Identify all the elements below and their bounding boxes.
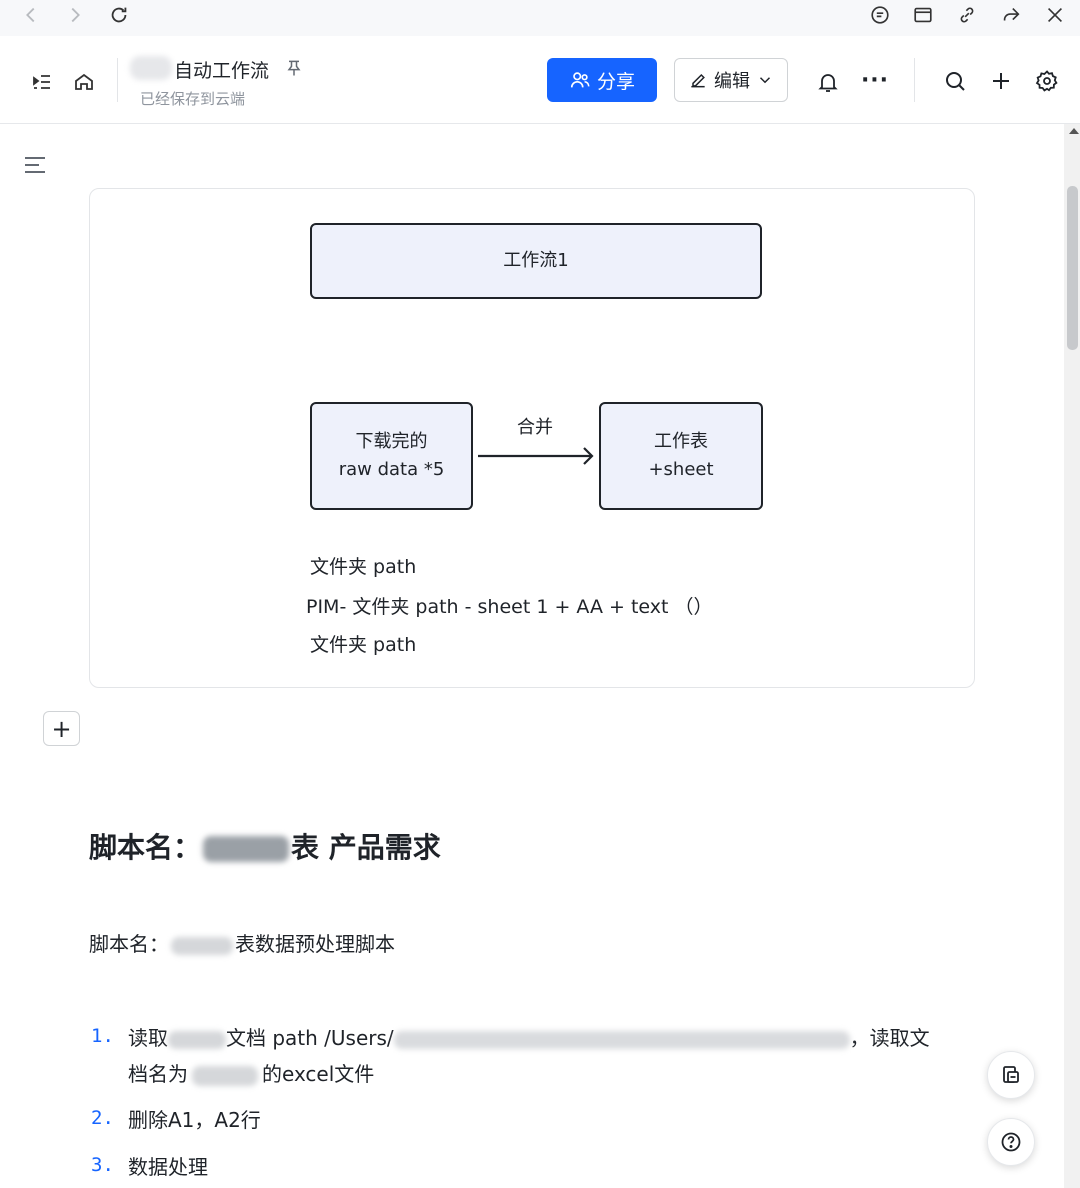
scrollbar-thumb[interactable] <box>1067 186 1078 350</box>
doc-assistant-button[interactable] <box>987 1051 1035 1099</box>
reload-icon[interactable] <box>106 2 132 28</box>
list-item-1-docname: 档名为 <box>128 1062 188 1086</box>
heading-suffix: 表 产品需求 <box>291 831 441 864</box>
list-item-1-excel: 的excel文件 <box>262 1062 375 1086</box>
node-sheet-line1: 工作表 <box>654 431 708 452</box>
redacted-block <box>203 836 290 862</box>
share-label: 分享 <box>596 70 635 93</box>
redacted-block <box>192 1065 258 1086</box>
node-workflow[interactable]: 工作流1 <box>310 223 762 299</box>
redacted-block <box>130 56 172 80</box>
share-arrow-icon[interactable] <box>998 2 1024 28</box>
redacted-block <box>168 1030 226 1049</box>
pin-icon[interactable] <box>284 58 304 83</box>
more-icon[interactable]: ··· <box>858 66 892 94</box>
canvas-text-folder-path-2: 文件夹 path <box>310 634 417 656</box>
home-icon[interactable] <box>70 68 98 96</box>
canvas-text-pim-formula: PIM- 文件夹 path - sheet 1 + AA + text （） <box>306 596 713 618</box>
edit-label: 编辑 <box>714 71 750 92</box>
list-item-2: 删除A1，A2行 <box>128 1108 261 1132</box>
node-sheet-line2: +sheet <box>648 459 714 480</box>
doc-title[interactable]: 自动工作流 <box>174 56 269 83</box>
divider <box>117 58 118 102</box>
help-icon <box>1001 1132 1021 1152</box>
list-item-1-read: 读取 <box>128 1026 168 1050</box>
heading-prefix: 脚本名： <box>89 831 202 864</box>
list-item-1-path: 文档 path /Users/ <box>226 1026 394 1050</box>
close-icon[interactable] <box>1042 2 1068 28</box>
list-item-1-line1: 读取 文档 path /Users/ ，读取文 <box>128 1022 930 1051</box>
add-block-button[interactable]: + <box>43 711 80 746</box>
save-status: 已经保存到云端 <box>140 90 246 108</box>
scroll-up-arrow-icon[interactable] <box>1069 128 1079 134</box>
doc-header: 自动工作流 已经保存到云端 分享 编辑 ··· <box>0 36 1080 124</box>
canvas-text-folder-path-1: 文件夹 path <box>310 556 417 578</box>
list-item-1-line2: 档名为 的excel文件 <box>128 1058 374 1087</box>
add-icon[interactable] <box>986 66 1016 96</box>
list-item-3: 数据处理 <box>128 1155 208 1179</box>
outline-toggle-icon[interactable] <box>22 153 48 179</box>
para-suffix: 表数据预处理脚本 <box>235 932 395 956</box>
edge-merge-label: 合并 <box>517 417 553 438</box>
script-name-paragraph: 脚本名： 表数据预处理脚本 <box>89 928 395 957</box>
sidebar-toggle-icon[interactable] <box>28 68 56 96</box>
chevron-down-icon <box>759 77 771 84</box>
node-raw-data[interactable]: 下载完的 raw data *5 <box>310 402 473 510</box>
merge-arrow[interactable] <box>478 445 598 467</box>
more-glyph: ··· <box>860 67 890 93</box>
node-raw-data-line2: raw data *5 <box>338 459 445 480</box>
document-copy-icon <box>1003 1066 1019 1083</box>
link-icon[interactable] <box>954 2 980 28</box>
redacted-block <box>393 1030 850 1049</box>
list-item-1-read2: ，读取文 <box>849 1026 930 1050</box>
settings-gear-icon[interactable] <box>1032 66 1062 96</box>
help-button[interactable] <box>987 1118 1035 1166</box>
edit-mode-button[interactable]: 编辑 <box>674 58 788 102</box>
list-item-number: 3. <box>91 1154 114 1176</box>
share-button[interactable]: 分享 <box>547 58 657 102</box>
divider <box>914 58 915 102</box>
users-icon <box>570 72 590 88</box>
comment-icon[interactable] <box>867 2 893 28</box>
redacted-block <box>171 936 233 955</box>
list-item-number: 2. <box>91 1107 114 1129</box>
node-sheet[interactable]: 工作表 +sheet <box>599 402 763 510</box>
node-workflow-label: 工作流1 <box>503 250 569 271</box>
browser-toolbar <box>0 0 1080 36</box>
pencil-icon <box>691 73 705 88</box>
para-prefix: 脚本名： <box>89 932 169 956</box>
node-raw-data-line1: 下载完的 <box>355 431 428 452</box>
section-heading: 脚本名： 表 产品需求 <box>89 826 441 866</box>
search-icon[interactable] <box>940 66 970 96</box>
whiteboard-block[interactable]: 工作流1 下载完的 raw data *5 合并 工作表 +sheet 文件夹 … <box>89 188 975 688</box>
window-icon[interactable] <box>910 2 936 28</box>
bell-icon[interactable] <box>814 68 842 96</box>
back-icon[interactable] <box>18 2 44 28</box>
list-item-number: 1. <box>91 1025 114 1047</box>
forward-icon[interactable] <box>62 2 88 28</box>
